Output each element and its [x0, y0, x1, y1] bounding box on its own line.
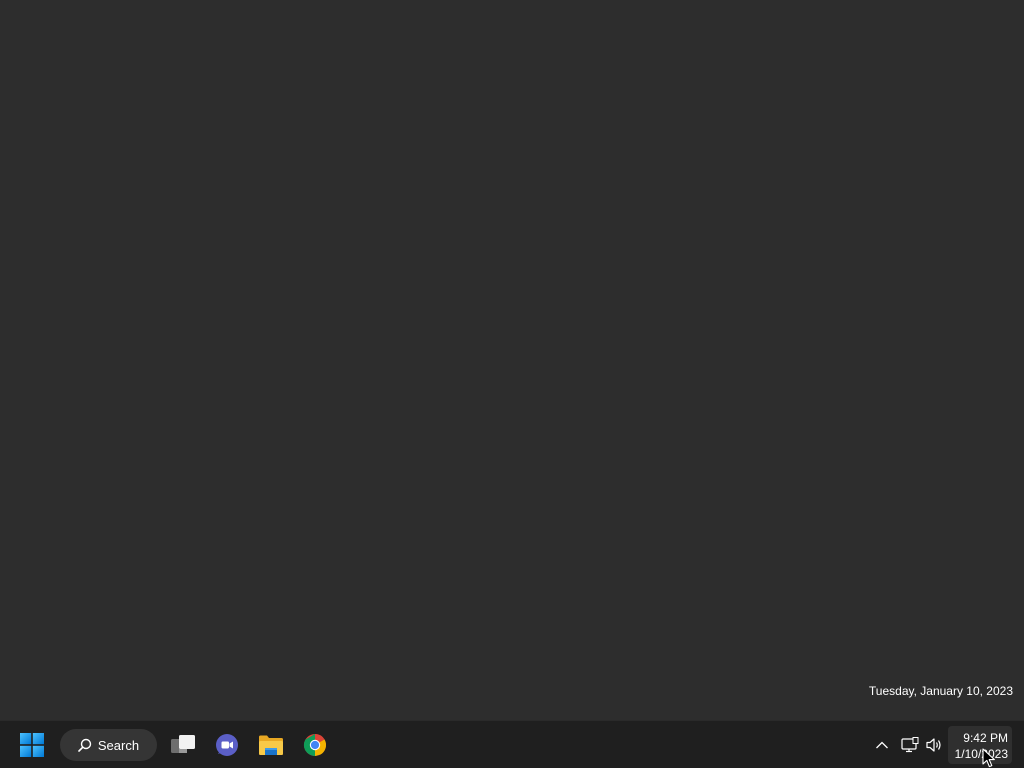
windows-logo-icon [20, 733, 44, 757]
folder-icon [259, 735, 283, 755]
task-view-button[interactable] [163, 725, 203, 765]
chrome-button[interactable] [295, 725, 335, 765]
clock-time: 9:42 PM [963, 731, 1008, 745]
volume-icon [926, 738, 941, 752]
file-explorer-button[interactable] [251, 725, 291, 765]
network-icon [901, 737, 919, 753]
date-tooltip: Tuesday, January 10, 2023 [868, 684, 1013, 698]
show-hidden-icons-button[interactable] [870, 725, 894, 765]
desktop[interactable]: Tuesday, January 10, 2023 [0, 0, 1024, 720]
start-button[interactable] [12, 725, 52, 765]
volume-button[interactable] [922, 725, 946, 765]
teams-icon [216, 734, 238, 756]
search-icon [78, 738, 92, 752]
mouse-pointer-icon [982, 748, 995, 768]
teams-chat-button[interactable] [207, 725, 247, 765]
clock-button[interactable]: 9:42 PM 1/10/2023 [948, 726, 1012, 764]
task-view-icon [171, 735, 195, 753]
search-label: Search [97, 737, 140, 753]
taskbar: Search 9:42 PM 1/10/2023 [0, 720, 1024, 768]
network-button[interactable] [898, 725, 922, 765]
chrome-icon [303, 734, 327, 756]
chevron-up-icon [876, 741, 888, 749]
clock-date: 1/10/2023 [954, 747, 1008, 761]
search-button[interactable]: Search [60, 729, 157, 761]
